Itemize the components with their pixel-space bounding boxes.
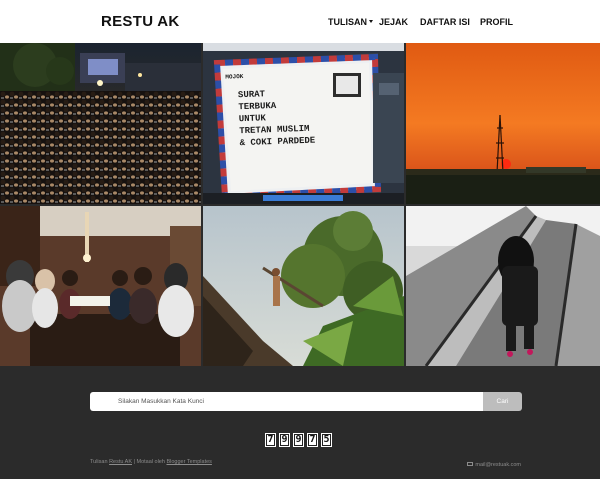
counter-digit: 9 <box>279 433 290 447</box>
site-header: RESTU AK TULISAN JEJAK DAFTAR ISI PROFIL <box>0 0 600 43</box>
counter-digit: 7 <box>265 433 276 447</box>
mail-icon <box>467 462 474 466</box>
footer-email[interactable]: mail@restuak.com <box>467 462 521 468</box>
templates-link[interactable]: Blogger Templates <box>166 459 211 465</box>
nav-item-jejak[interactable]: JEJAK <box>379 17 408 27</box>
email-text: mail@restuak.com <box>475 462 521 468</box>
nav-item-daftar-isi[interactable]: DAFTAR ISI <box>420 17 470 27</box>
svg-text:SURAT: SURAT <box>238 89 266 100</box>
search-input[interactable] <box>90 392 483 411</box>
nav-item-profil[interactable]: PROFIL <box>480 17 513 27</box>
gallery-photo-group[interactable] <box>0 206 201 366</box>
gallery-photo-sunset[interactable] <box>406 43 600 204</box>
counter-digit: 7 <box>307 433 318 447</box>
footer-credit: Tulisan Restu AK | Motaal oleh Blogger T… <box>90 459 212 465</box>
gallery-photo-crowd[interactable] <box>0 43 201 204</box>
photo-gallery: MOJOK SURAT TERBUKA UNTUK TRETAN MUSLIM … <box>0 43 600 366</box>
counter-digit: 9 <box>293 433 304 447</box>
svg-text:MOJOK: MOJOK <box>225 73 244 81</box>
svg-text:UNTUK: UNTUK <box>239 113 267 124</box>
visitor-counter: 7 9 9 7 5 <box>265 433 332 447</box>
caret-down-icon <box>369 20 373 23</box>
nav-label-tulisan: TULISAN <box>328 17 367 27</box>
gallery-photo-tree[interactable] <box>203 206 404 366</box>
counter-digit: 5 <box>321 433 332 447</box>
search-button[interactable]: Cari <box>483 392 522 411</box>
nav-item-tulisan[interactable]: TULISAN <box>328 17 373 27</box>
site-footer: Cari 7 9 9 7 5 Tulisan Restu AK | Motaal… <box>0 366 600 479</box>
credit-prefix: Tulisan <box>90 459 108 465</box>
gallery-photo-escalator[interactable] <box>406 206 600 366</box>
author-link[interactable]: Restu AK <box>109 459 132 465</box>
site-brand[interactable]: RESTU AK <box>101 13 180 30</box>
gallery-photo-letter[interactable]: MOJOK SURAT TERBUKA UNTUK TRETAN MUSLIM … <box>203 43 404 204</box>
svg-text:TERBUKA: TERBUKA <box>238 101 277 112</box>
credit-middle: | Motaal oleh <box>133 459 165 465</box>
